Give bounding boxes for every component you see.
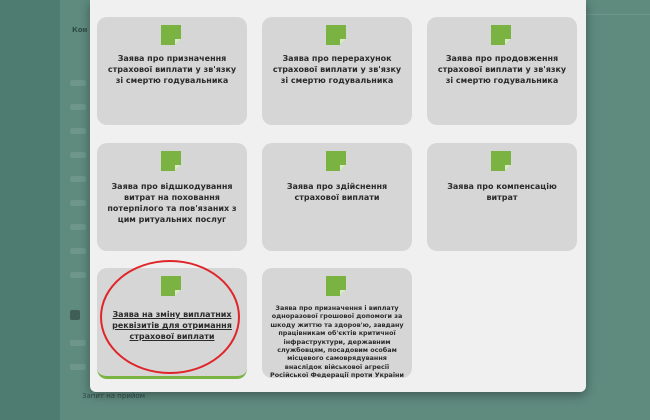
application-type-modal: Заява про призначення страхової виплати … [90, 0, 586, 392]
background-section-label: Кон [72, 26, 88, 34]
background-menu-line [70, 340, 86, 346]
application-card-title: Заява про відшкодування витрат на похова… [107, 182, 237, 224]
background-header-fragment [580, 0, 650, 15]
application-card-selected[interactable]: Заява на зміну виплатних реквізитів для … [97, 268, 247, 379]
application-card-title: Заява про призначення і виплату одноразо… [270, 304, 404, 380]
document-icon-fold [505, 165, 511, 171]
application-card-title: Заява на зміну виплатних реквізитів для … [112, 310, 232, 341]
document-icon-fold [340, 39, 346, 45]
background-menu-line [70, 200, 86, 206]
application-card[interactable]: Заява про здійснення страхової виплати [262, 143, 412, 251]
document-icon-fold [175, 290, 181, 296]
document-icon-fold [340, 290, 346, 296]
application-card[interactable]: Заява про призначення і виплату одноразо… [262, 268, 412, 380]
background-sidebar [68, 0, 90, 420]
application-card[interactable]: Заява про відшкодування витрат на похова… [97, 143, 247, 251]
application-card[interactable]: Заява про компенсацію витрат [427, 143, 577, 251]
application-card-title: Заява про перерахунок страхової виплати … [272, 54, 402, 85]
document-icon-fold [340, 165, 346, 171]
background-menu-line [70, 80, 86, 86]
background-menu-line [70, 128, 86, 134]
application-card[interactable]: Заява про продовження страхової виплати … [427, 17, 577, 125]
application-card-title: Заява про продовження страхової виплати … [437, 54, 567, 85]
background-menu-line [70, 176, 86, 182]
background-menu-line [70, 248, 86, 254]
background-menu-line [70, 272, 86, 278]
application-card[interactable]: Заява про призначення страхової виплати … [97, 17, 247, 125]
background-menu-item-label: Запит на прийом [82, 392, 145, 400]
folder-icon [70, 310, 80, 320]
background-menu-line [70, 104, 86, 110]
application-card-title: Заява про компенсацію витрат [447, 182, 557, 202]
document-icon-fold [175, 165, 181, 171]
application-card-title: Заява про призначення страхової виплати … [107, 54, 237, 85]
document-icon-fold [175, 39, 181, 45]
application-card-title: Заява про здійснення страхової виплати [286, 182, 388, 202]
application-card[interactable]: Заява про перерахунок страхової виплати … [262, 17, 412, 125]
background-menu-line [70, 224, 86, 230]
background-menu-line [70, 152, 86, 158]
background-menu-line [70, 364, 86, 370]
document-icon-fold [505, 39, 511, 45]
